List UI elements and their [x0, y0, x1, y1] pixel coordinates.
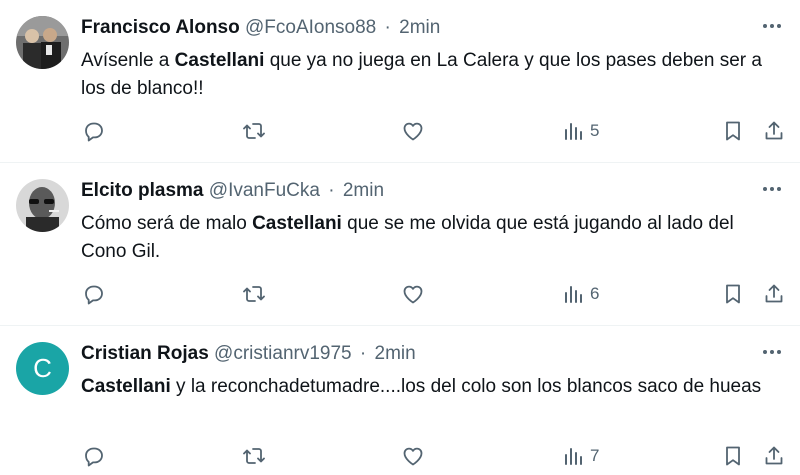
timestamp[interactable]: 2min — [343, 180, 384, 201]
more-icon[interactable] — [760, 177, 784, 201]
views-count: 5 — [590, 121, 600, 140]
mention-bold: Castellani — [252, 213, 342, 234]
tweet-header: Cristian Rojas @cristianrv1975 · 2min — [81, 342, 416, 366]
text-after: y la reconchadetumadre....los del colo s… — [170, 376, 762, 397]
reply-icon — [85, 122, 103, 142]
views-icon — [565, 123, 582, 140]
tweet[interactable]: Francisco Alonso @FcoAIonso88 · 2min Aví… — [0, 0, 800, 163]
share-button[interactable] — [762, 116, 786, 146]
separator: · — [328, 180, 335, 201]
tweet-text: Avísenle a Castellani que ya no juega en… — [81, 47, 780, 103]
bookmark-icon — [726, 121, 740, 141]
retweet-icon — [243, 448, 265, 464]
timestamp[interactable]: 2min — [375, 343, 416, 364]
separator: · — [384, 17, 391, 38]
retweet-icon — [243, 123, 265, 139]
user-handle[interactable]: @FcoAIonso88 — [245, 17, 376, 38]
share-button[interactable] — [762, 279, 786, 309]
retweet-button[interactable] — [242, 441, 266, 471]
user-handle[interactable]: @IvanFuCka — [209, 180, 320, 201]
display-name[interactable]: Francisco Alonso — [81, 17, 240, 38]
like-button[interactable] — [401, 116, 425, 146]
tweet[interactable]: Elcito plasma @IvanFuCka · 2min Cómo ser… — [0, 163, 800, 326]
share-icon — [765, 446, 783, 465]
tweet-header: Elcito plasma @IvanFuCka · 2min — [81, 179, 384, 203]
tweet[interactable]: C Cristian Rojas @cristianrv1975 · 2min … — [0, 326, 800, 475]
action-bar: 7 — [70, 441, 800, 471]
separator: · — [359, 343, 367, 364]
tweet-text: Castellani y la reconchadetumadre....los… — [81, 373, 780, 401]
avatar[interactable] — [16, 179, 69, 232]
like-icon — [403, 447, 423, 466]
bookmark-icon — [726, 446, 740, 466]
like-icon — [403, 285, 423, 304]
retweet-button[interactable] — [242, 116, 266, 146]
bookmark-button[interactable] — [721, 116, 745, 146]
views-button[interactable]: 5 — [562, 116, 599, 146]
tweet-header: Francisco Alonso @FcoAIonso88 · 2min — [81, 16, 440, 40]
text-before: Cómo será de malo — [81, 213, 253, 234]
views-icon — [565, 286, 582, 303]
retweet-icon — [243, 286, 265, 302]
like-button[interactable] — [401, 441, 425, 471]
mention-bold: Castellani — [174, 50, 265, 71]
display-name[interactable]: Cristian Rojas — [81, 343, 209, 364]
user-handle[interactable]: @cristianrv1975 — [214, 343, 352, 364]
action-bar: 6 — [70, 279, 800, 309]
reply-button[interactable] — [82, 116, 106, 146]
avatar[interactable] — [16, 16, 69, 69]
timestamp[interactable]: 2min — [399, 17, 440, 38]
display-name[interactable]: Elcito plasma — [81, 180, 204, 201]
action-bar: 5 — [70, 116, 800, 146]
share-button[interactable] — [762, 441, 786, 471]
reply-icon — [85, 285, 103, 305]
tweet-text: Cómo será de malo Castellani que se me o… — [81, 210, 780, 266]
bookmark-button[interactable] — [721, 441, 745, 471]
retweet-button[interactable] — [242, 279, 266, 309]
share-icon — [765, 284, 783, 303]
reply-button[interactable] — [82, 279, 106, 309]
reply-button[interactable] — [82, 441, 106, 471]
views-icon — [565, 448, 582, 465]
mention-bold: Castellani — [81, 376, 171, 397]
share-icon — [765, 121, 783, 140]
more-icon[interactable] — [760, 14, 784, 38]
bookmark-button[interactable] — [721, 279, 745, 309]
views-count: 7 — [590, 446, 600, 465]
more-icon[interactable] — [760, 340, 784, 364]
like-button[interactable] — [401, 279, 425, 309]
avatar[interactable]: C — [16, 342, 69, 395]
views-button[interactable]: 7 — [562, 441, 599, 471]
bookmark-icon — [726, 284, 740, 304]
views-count: 6 — [590, 284, 600, 303]
reply-feed: Francisco Alonso @FcoAIonso88 · 2min Aví… — [0, 0, 800, 475]
views-button[interactable]: 6 — [562, 279, 599, 309]
like-icon — [403, 122, 423, 141]
reply-icon — [85, 447, 103, 467]
text-before: Avísenle a — [81, 50, 175, 71]
